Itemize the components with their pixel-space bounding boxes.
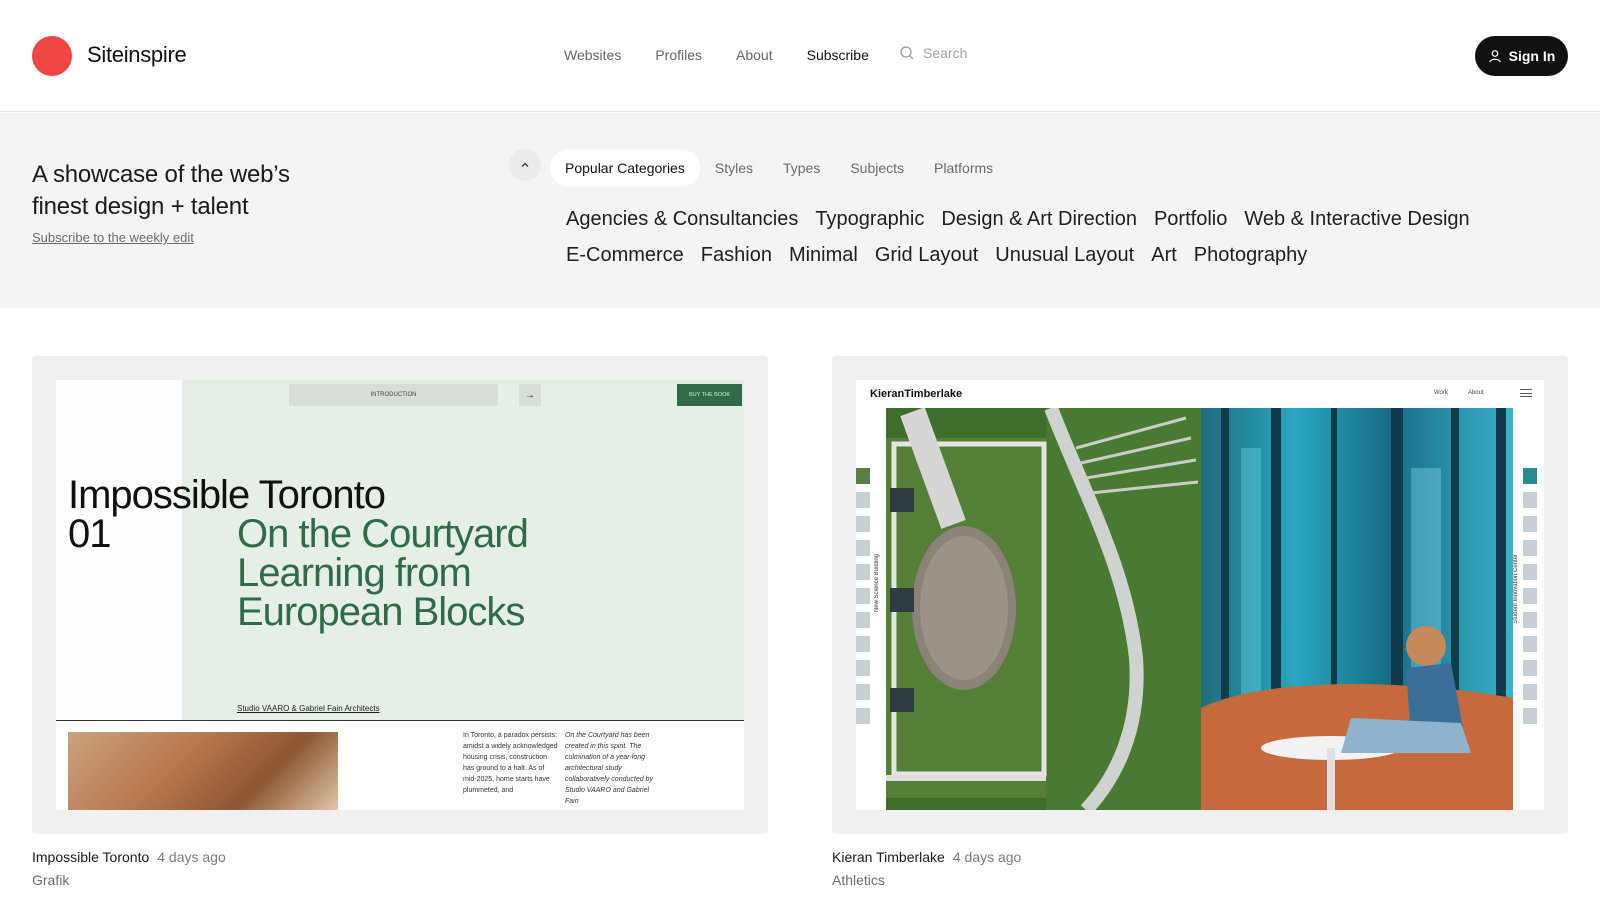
shot-right-strip: Student Innovation Center bbox=[1513, 408, 1544, 810]
thumbnail bbox=[1523, 564, 1537, 580]
site-thumbnail[interactable]: KieranTimberlake Work About New Science … bbox=[832, 356, 1568, 834]
interior-reader-graphic bbox=[1201, 408, 1513, 810]
thumbnail bbox=[1523, 516, 1537, 532]
card-timestamp: 4 days ago bbox=[952, 849, 1022, 865]
search-field[interactable]: Search bbox=[899, 45, 967, 61]
category-link[interactable]: Fashion bbox=[701, 241, 772, 269]
screenshot-kieran-timberlake: KieranTimberlake Work About New Science … bbox=[856, 380, 1544, 810]
shot-brand: KieranTimberlake bbox=[870, 388, 963, 400]
category-link[interactable]: Agencies & Consultancies bbox=[566, 205, 798, 233]
category-tabs: Popular Categories Styles Types Subjects… bbox=[550, 149, 1008, 187]
thumbnail bbox=[1523, 636, 1537, 652]
thumbnail bbox=[856, 708, 870, 724]
thumbnail bbox=[1523, 540, 1537, 556]
shot-text-col-1: In Toronto, a paradox persists: amidst a… bbox=[463, 732, 558, 794]
nav-profiles[interactable]: Profiles bbox=[655, 47, 702, 63]
thumbnail bbox=[856, 468, 870, 484]
category-link[interactable]: Art bbox=[1151, 241, 1177, 269]
category-link[interactable]: Unusual Layout bbox=[995, 241, 1134, 269]
search-placeholder[interactable]: Search bbox=[923, 45, 967, 61]
shot-arrow: → bbox=[519, 384, 541, 406]
nav-subscribe[interactable]: Subscribe bbox=[807, 47, 869, 63]
shot-left-strip: New Science Building bbox=[856, 408, 886, 810]
tagline: A showcase of the web’s finest design + … bbox=[32, 161, 290, 220]
top-header: Siteinspire Websites Profiles About Subs… bbox=[0, 0, 1600, 112]
thumbnail bbox=[856, 684, 870, 700]
chevron-up-icon bbox=[521, 162, 529, 167]
tab-platforms[interactable]: Platforms bbox=[919, 149, 1008, 187]
collapse-categories-button[interactable] bbox=[509, 149, 541, 181]
thumbnail bbox=[1523, 588, 1537, 604]
tab-types[interactable]: Types bbox=[768, 149, 835, 187]
thumbnail bbox=[856, 516, 870, 532]
category-link[interactable]: Typographic bbox=[815, 205, 924, 233]
sign-in-label: Sign In bbox=[1508, 48, 1556, 64]
thumbnail bbox=[856, 492, 870, 508]
site-card[interactable]: KieranTimberlake Work About New Science … bbox=[832, 356, 1568, 888]
card-title[interactable]: Impossible Toronto bbox=[32, 849, 149, 865]
site-card[interactable]: INTRODUCTION → BUY THE BOOK Impossible T… bbox=[32, 356, 768, 888]
shot-interior-photo bbox=[1201, 408, 1513, 810]
aerial-courtyard-graphic bbox=[886, 408, 1201, 810]
sign-in-button[interactable]: Sign In bbox=[1475, 36, 1568, 76]
shot-nav-item: About bbox=[1467, 390, 1484, 396]
hero-band: A showcase of the web’s finest design + … bbox=[0, 113, 1600, 308]
category-link[interactable]: Photography bbox=[1194, 241, 1307, 269]
search-icon bbox=[900, 46, 914, 60]
category-link[interactable]: E-Commerce bbox=[566, 241, 684, 269]
shot-text-col-2: On the Courtyard has been created in thi… bbox=[565, 732, 653, 805]
thumbnail bbox=[856, 540, 870, 556]
category-links: Agencies & Consultancies Typographic Des… bbox=[566, 205, 1526, 269]
shot-headline-secondary: On the Courtyard Learning from European … bbox=[237, 512, 529, 634]
category-link[interactable]: Design & Art Direction bbox=[941, 205, 1137, 233]
shot-nav-item: Work bbox=[1434, 390, 1448, 396]
shot-tree-photo bbox=[68, 732, 338, 810]
category-link[interactable]: Minimal bbox=[789, 241, 858, 269]
card-agency[interactable]: Athletics bbox=[832, 872, 1568, 888]
subscribe-weekly-link[interactable]: Subscribe to the weekly edit bbox=[32, 230, 194, 245]
tab-styles[interactable]: Styles bbox=[700, 149, 768, 187]
thumbnail bbox=[856, 636, 870, 652]
category-link[interactable]: Portfolio bbox=[1154, 205, 1227, 233]
shot-buy-button: BUY THE BOOK bbox=[677, 384, 742, 406]
thumbnail bbox=[856, 564, 870, 580]
shot-nav: Work About bbox=[1434, 390, 1484, 396]
user-icon bbox=[1488, 50, 1501, 63]
tab-popular-categories[interactable]: Popular Categories bbox=[550, 149, 700, 187]
thumbnail bbox=[856, 588, 870, 604]
shot-aerial-photo bbox=[886, 408, 1201, 810]
thumbnail bbox=[1523, 468, 1537, 484]
thumbnail bbox=[1523, 612, 1537, 628]
category-link[interactable]: Web & Interactive Design bbox=[1244, 205, 1469, 233]
shot-left-label: New Science Building bbox=[874, 554, 880, 613]
brand-name[interactable]: Siteinspire bbox=[87, 42, 187, 68]
shot-rule bbox=[56, 720, 744, 721]
thumbnail bbox=[856, 660, 870, 676]
card-timestamp: 4 days ago bbox=[157, 849, 226, 865]
thumbnail bbox=[1523, 708, 1537, 724]
shot-credit: Studio VAARO & Gabriel Fain Architects bbox=[237, 704, 380, 713]
shot-intro-pill: INTRODUCTION bbox=[289, 384, 498, 406]
card-meta: Kieran Timberlake 4 days ago bbox=[832, 849, 1568, 865]
site-thumbnail[interactable]: INTRODUCTION → BUY THE BOOK Impossible T… bbox=[32, 356, 768, 834]
card-meta: Impossible Toronto 4 days ago bbox=[32, 849, 768, 865]
tab-subjects[interactable]: Subjects bbox=[835, 149, 919, 187]
main-nav: Websites Profiles About Subscribe bbox=[564, 47, 869, 63]
nav-websites[interactable]: Websites bbox=[564, 47, 621, 63]
thumbnail bbox=[1523, 684, 1537, 700]
logo-icon[interactable] bbox=[32, 36, 72, 76]
thumbnail bbox=[1523, 660, 1537, 676]
card-agency[interactable]: Grafik bbox=[32, 872, 768, 888]
shot-right-label: Student Innovation Center bbox=[1513, 554, 1519, 624]
thumbnail bbox=[856, 612, 870, 628]
card-title[interactable]: Kieran Timberlake bbox=[832, 849, 945, 865]
hamburger-menu-icon bbox=[1520, 389, 1532, 397]
screenshot-impossible-toronto: INTRODUCTION → BUY THE BOOK Impossible T… bbox=[56, 380, 744, 810]
nav-about[interactable]: About bbox=[736, 47, 773, 63]
category-link[interactable]: Grid Layout bbox=[875, 241, 978, 269]
thumbnail bbox=[1523, 492, 1537, 508]
